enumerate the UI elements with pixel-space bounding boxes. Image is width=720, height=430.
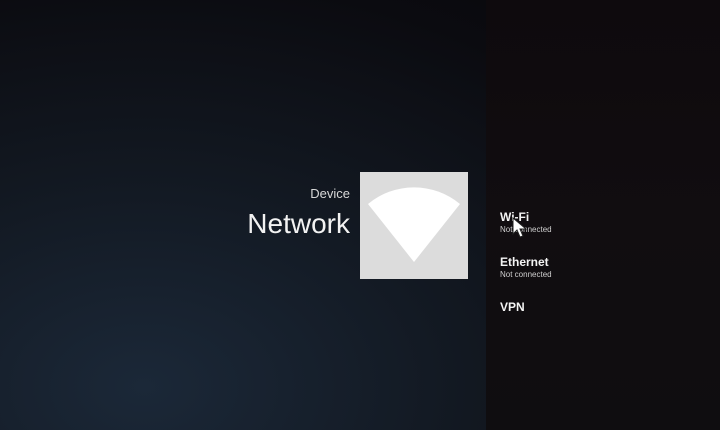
wifi-icon (368, 187, 460, 262)
breadcrumb-category: Device (310, 186, 350, 201)
mouse-cursor-icon (512, 217, 528, 238)
network-options-menu: Wi-Fi Not connected Ethernet Not connect… (500, 210, 700, 335)
menu-item-ethernet-label: Ethernet (500, 255, 549, 269)
menu-item-vpn-label: VPN (500, 300, 525, 314)
menu-item-wifi-status: Not connected (500, 225, 552, 234)
menu-item-wifi[interactable]: Wi-Fi Not connected (500, 210, 700, 235)
network-hero-tile (360, 172, 468, 279)
page-title: Network (247, 208, 350, 239)
menu-item-ethernet[interactable]: Ethernet Not connected (500, 255, 700, 280)
menu-item-ethernet-status: Not connected (500, 270, 552, 279)
page-header: Device Network (247, 186, 350, 240)
menu-item-wifi-label: Wi-Fi (500, 210, 530, 224)
network-settings-screen: Device Network Wi-Fi Not connected Ether… (0, 0, 720, 430)
menu-item-vpn[interactable]: VPN (500, 300, 700, 315)
